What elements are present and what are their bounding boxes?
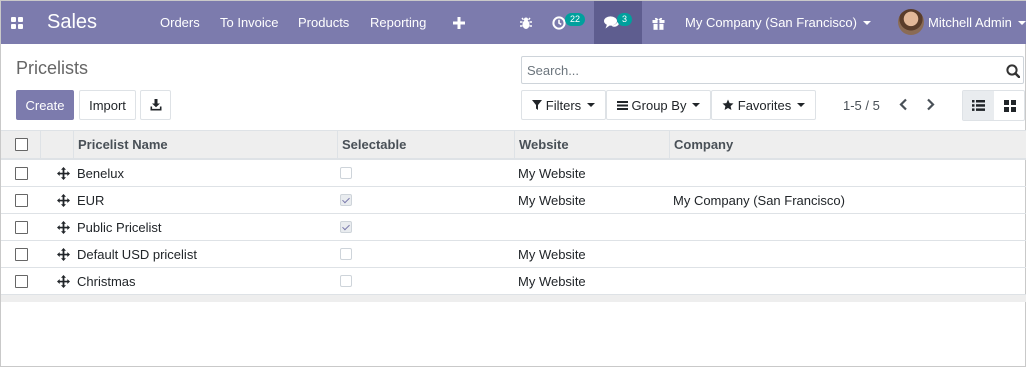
chevron-down-icon xyxy=(587,103,596,107)
filters-label: Filters xyxy=(545,97,582,113)
user-name: Mitchell Admin xyxy=(928,15,1012,30)
pricelist-name: Public Pricelist xyxy=(77,219,162,235)
create-button[interactable]: Create xyxy=(16,90,74,120)
table-row[interactable]: Christmas My Website xyxy=(1,268,1026,295)
row-checkbox[interactable] xyxy=(15,187,28,213)
search-input[interactable] xyxy=(527,59,997,81)
user-menu[interactable]: Mitchell Admin xyxy=(928,1,1026,44)
search-box xyxy=(521,56,1024,84)
kanban-view-button[interactable] xyxy=(994,91,1025,120)
pricelist-name: Christmas xyxy=(77,273,136,289)
pricelist-name: Default USD pricelist xyxy=(77,246,197,262)
column-header-website[interactable]: Website xyxy=(519,131,569,158)
menu-to-invoice[interactable]: To Invoice xyxy=(220,1,279,44)
chevron-left-icon[interactable] xyxy=(898,98,908,114)
selectable-checkbox xyxy=(340,160,352,186)
list-icon xyxy=(616,100,628,110)
star-icon xyxy=(722,99,734,110)
table-row[interactable]: Public Pricelist xyxy=(1,214,1026,241)
row-checkbox[interactable] xyxy=(15,268,28,294)
drag-handle-icon[interactable] xyxy=(57,160,70,186)
row-checkbox[interactable] xyxy=(15,241,28,267)
top-navbar: Sales Orders To Invoice Products Reporti… xyxy=(1,1,1026,44)
drag-handle-icon[interactable] xyxy=(57,241,70,267)
row-checkbox[interactable] xyxy=(15,160,28,186)
column-header-selectable[interactable]: Selectable xyxy=(342,131,406,158)
column-header-name[interactable]: Pricelist Name xyxy=(78,131,168,158)
bug-icon[interactable] xyxy=(519,1,533,44)
table-row[interactable]: Benelux My Website xyxy=(1,160,1026,187)
selectable-checkbox xyxy=(340,214,352,240)
column-header-company[interactable]: Company xyxy=(674,131,733,158)
drag-handle-icon[interactable] xyxy=(57,214,70,240)
group-by-label: Group By xyxy=(631,97,687,113)
filter-icon xyxy=(531,100,542,110)
pager-value[interactable]: 1-5 / 5 xyxy=(843,98,880,113)
company-cell: My Company (San Francisco) xyxy=(673,192,845,208)
menu-products[interactable]: Products xyxy=(298,1,349,44)
company-switcher[interactable]: My Company (San Francisco) xyxy=(685,1,871,44)
menu-orders[interactable]: Orders xyxy=(160,1,200,44)
messages-count-badge: 3 xyxy=(617,13,633,26)
pricelist-name: Benelux xyxy=(77,165,124,181)
drag-handle-icon[interactable] xyxy=(57,268,70,294)
website-cell: My Website xyxy=(518,273,586,289)
apps-icon[interactable] xyxy=(9,1,25,44)
table-row[interactable]: EUR My Website My Company (San Francisco… xyxy=(1,187,1026,214)
favorites-label: Favorites xyxy=(737,97,792,113)
list-view-icon xyxy=(972,100,985,111)
filters-button[interactable]: Filters xyxy=(521,90,606,120)
plus-icon[interactable] xyxy=(453,1,465,44)
kanban-view-icon xyxy=(1003,99,1016,112)
favorites-button[interactable]: Favorites xyxy=(711,90,816,120)
company-name: My Company (San Francisco) xyxy=(685,15,857,30)
view-switcher xyxy=(962,90,1025,121)
search-icon[interactable] xyxy=(1006,64,1021,81)
chevron-down-icon xyxy=(797,103,806,107)
activity-count-badge: 22 xyxy=(565,13,586,26)
group-by-button[interactable]: Group By xyxy=(606,90,711,120)
website-cell: My Website xyxy=(518,246,586,262)
selectable-checkbox xyxy=(340,268,352,294)
pricelist-name: EUR xyxy=(77,192,105,208)
selectable-checkbox xyxy=(340,187,352,213)
app-name[interactable]: Sales xyxy=(47,1,97,44)
table-footer xyxy=(1,295,1026,302)
chevron-down-icon xyxy=(862,20,871,25)
download-icon xyxy=(150,99,161,111)
avatar[interactable] xyxy=(898,9,924,35)
chevron-down-icon xyxy=(1017,20,1026,25)
import-button[interactable]: Import xyxy=(79,90,136,120)
menu-reporting[interactable]: Reporting xyxy=(370,1,426,44)
table-row[interactable]: Default USD pricelist My Website xyxy=(1,241,1026,268)
website-cell: My Website xyxy=(518,192,586,208)
gift-icon[interactable] xyxy=(652,1,665,44)
table-header: Pricelist Name Selectable Website Compan… xyxy=(1,130,1026,160)
chevron-right-icon[interactable] xyxy=(926,98,936,114)
selectable-checkbox xyxy=(340,241,352,267)
website-cell: My Website xyxy=(518,165,586,181)
select-all-checkbox[interactable] xyxy=(15,131,28,158)
clock-icon[interactable] xyxy=(552,1,566,44)
list-view-button[interactable] xyxy=(963,91,994,120)
row-checkbox[interactable] xyxy=(15,214,28,240)
download-button[interactable] xyxy=(140,90,171,120)
chevron-down-icon xyxy=(692,103,701,107)
drag-handle-icon[interactable] xyxy=(57,187,70,213)
page-title: Pricelists xyxy=(16,58,89,78)
